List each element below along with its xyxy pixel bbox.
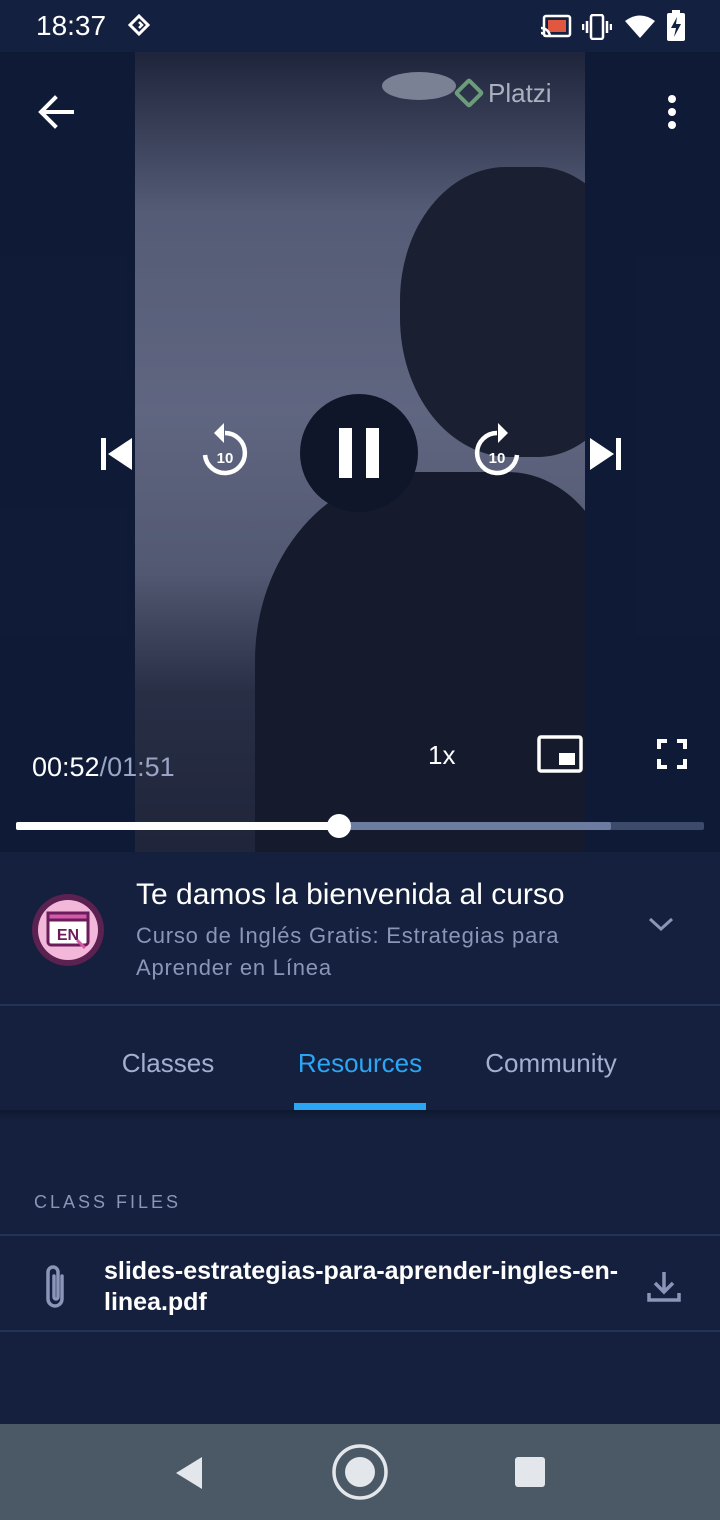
nav-back-button[interactable] [164, 1448, 214, 1498]
expand-class-button[interactable] [646, 914, 676, 939]
tab-community[interactable]: Community [466, 1048, 636, 1079]
forward-10-button[interactable]: 10 [466, 420, 528, 482]
total-time: /01:51 [99, 752, 175, 782]
file-name[interactable]: slides-estrategias-para-aprender-ingles-… [104, 1256, 624, 1318]
nav-recents-button[interactable] [506, 1448, 554, 1496]
tab-resources[interactable]: Resources [280, 1048, 440, 1079]
seek-bar[interactable] [16, 814, 704, 838]
active-tab-indicator [294, 1103, 426, 1110]
wifi-icon [625, 15, 655, 38]
battery-charging-icon [667, 10, 685, 41]
picture-in-picture-button[interactable] [532, 732, 588, 776]
status-time: 18:37 [36, 10, 107, 41]
seek-played [16, 822, 340, 830]
course-badge: EN [32, 894, 104, 966]
watermark-text: Platzi [488, 78, 552, 108]
video-player[interactable]: Platzi 10 10 00:52/01:51 1x [0, 52, 720, 852]
download-icon [647, 1272, 681, 1302]
tab-classes[interactable]: Classes [88, 1048, 248, 1079]
skip-previous-icon [101, 438, 132, 470]
paperclip-icon [46, 1265, 64, 1308]
files-bottom-divider [0, 1330, 720, 1332]
more-vertical-icon [668, 95, 676, 129]
navigation-bar [0, 1424, 720, 1520]
platzi-watermark: Platzi [453, 77, 552, 109]
back-button[interactable] [32, 88, 80, 136]
cast-icon [540, 14, 572, 38]
picture-in-picture-icon [537, 735, 583, 773]
vibrate-icon [582, 14, 612, 40]
nav-home-button[interactable] [330, 1442, 390, 1502]
app-notification-icon [128, 14, 150, 36]
pause-icon [339, 428, 379, 478]
rewind-10-button[interactable]: 10 [194, 420, 256, 482]
playback-speed-button[interactable]: 1x [428, 740, 455, 771]
info-divider [0, 1004, 720, 1006]
forward-10-icon: 10 [474, 423, 520, 476]
english-course-icon: EN [46, 911, 90, 950]
file-row[interactable]: slides-estrategias-para-aprender-ingles-… [0, 1236, 720, 1332]
nav-home-icon [332, 1444, 388, 1500]
arrow-left-icon [38, 95, 74, 129]
download-button[interactable] [640, 1262, 688, 1310]
chevron-down-icon [648, 917, 674, 932]
rewind-seconds-label: 10 [217, 450, 234, 467]
class-title: Te damos la bienvenida al curso [136, 878, 565, 911]
more-options-button[interactable] [652, 88, 692, 136]
badge-text: EN [57, 927, 79, 944]
replay-10-icon: 10 [202, 423, 248, 476]
forward-seconds-label: 10 [489, 450, 506, 467]
current-time: 00:52 [32, 752, 100, 782]
previous-class-button[interactable] [90, 430, 142, 478]
pause-button[interactable] [300, 394, 418, 512]
skip-next-icon [590, 438, 621, 470]
playback-time: 00:52/01:51 [32, 752, 175, 783]
next-class-button[interactable] [580, 430, 632, 478]
nav-recents-icon [515, 1457, 545, 1487]
class-info: EN Te damos la bienvenida al curso Curso… [0, 852, 720, 1006]
fullscreen-icon [657, 739, 687, 769]
class-files-heading: CLASS FILES [34, 1192, 182, 1212]
fullscreen-button[interactable] [650, 732, 694, 776]
nav-back-icon [176, 1457, 202, 1489]
tab-bar: Classes Resources Community [0, 1008, 720, 1110]
platzi-logo-icon [453, 77, 485, 109]
status-bar: 18:37 [0, 0, 720, 52]
course-name: Curso de Inglés Gratis: Estrategias para… [136, 923, 560, 980]
